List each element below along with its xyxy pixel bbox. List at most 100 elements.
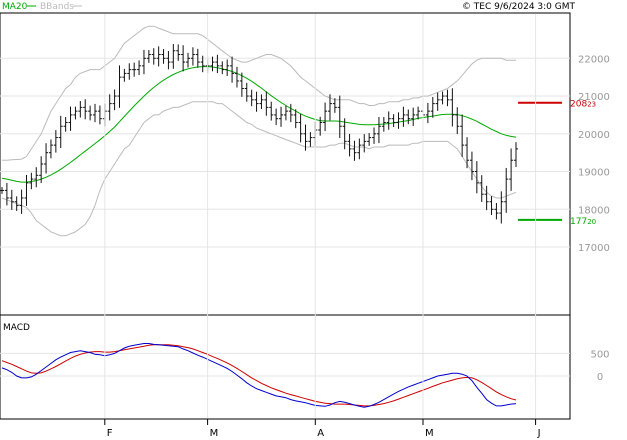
ohlc-bar	[117, 65, 122, 108]
ohlc-bar	[279, 106, 284, 127]
ohlc-bar	[68, 106, 73, 131]
ohlc-bar	[298, 113, 303, 143]
ohlc-bar	[156, 46, 161, 67]
ohlc-bar	[450, 88, 455, 127]
ohlc-bar	[411, 107, 416, 126]
ohlc-bar	[215, 54, 220, 74]
ohlc-bar	[367, 133, 372, 146]
ohlc-bar	[171, 43, 176, 69]
ohlc-bar	[504, 168, 509, 213]
x-axis: FMAMJ	[0, 14, 570, 439]
ohlc-bar	[352, 140, 357, 161]
ohlc-bar	[249, 89, 254, 107]
ohlc-bar	[166, 51, 171, 70]
ohlc-bar	[83, 99, 88, 120]
price-panel: 170001800019000200002100022000 208231772…	[0, 12, 610, 316]
ohlc-bar	[460, 114, 465, 157]
ohlc-bar	[440, 91, 445, 105]
ohlc-bar	[332, 98, 337, 113]
ohlc-bar	[234, 66, 239, 88]
ohlc-bar	[122, 68, 127, 82]
ohlc-bar	[4, 182, 9, 206]
ohlc-bar	[254, 91, 259, 112]
macd-tick-label: 0	[597, 372, 603, 383]
month-label: A	[317, 428, 324, 439]
ohlc-bar	[499, 191, 504, 224]
ohlc-bar	[244, 82, 249, 102]
ohlc-bar	[48, 139, 53, 159]
month-label: F	[107, 428, 113, 439]
ohlc-bar	[509, 148, 514, 191]
resistance-label: 20823	[570, 100, 596, 110]
ohlc-bar	[372, 127, 377, 144]
bbands-upper-line	[2, 25, 516, 161]
ohlc-bar	[127, 63, 132, 80]
ohlc-bar	[73, 106, 78, 120]
chart-header: MA20 BBands © TEC 9/6/2024 3:0 GMT	[2, 2, 575, 12]
macd-y-axis: 0 500	[590, 349, 609, 383]
month-label: M	[425, 428, 434, 439]
ohlc-bar	[489, 196, 494, 215]
ohlc-bar	[107, 94, 112, 121]
bollinger-bands	[1, 25, 517, 237]
ohlc-bar	[151, 48, 156, 65]
price-tick-label: 19000	[578, 168, 610, 179]
ohlc-bar	[34, 167, 39, 188]
bbands-legend-label: BBands	[40, 2, 74, 12]
ohlc-bar	[484, 185, 489, 211]
ohlc-bar	[357, 138, 362, 160]
month-label: J	[537, 428, 541, 439]
ohlc-bar	[9, 189, 14, 210]
price-tick-label: 22000	[578, 54, 610, 65]
ohlc-bar	[445, 89, 450, 107]
macd-grid	[0, 352, 570, 377]
ohlc-bar	[430, 97, 435, 118]
ohlc-bar	[132, 62, 137, 77]
ohlc-bar	[283, 105, 288, 121]
ohlc-bar	[396, 112, 401, 129]
macd-panel: MACD 0 500	[0, 314, 610, 420]
ohlc-bar	[274, 108, 279, 126]
price-grid	[0, 57, 570, 248]
ohlc-bar	[190, 47, 195, 66]
ohlc-bar	[225, 59, 230, 76]
ma20-path	[1, 66, 517, 183]
ohlc-bar	[146, 49, 151, 63]
ohlc-bar	[264, 91, 269, 116]
bbands-lower-line	[1, 101, 517, 237]
ohlc-bar	[318, 116, 323, 136]
ohlc-bar	[0, 187, 4, 194]
ohlc-bar	[19, 189, 24, 214]
price-tick-label: 20000	[578, 130, 610, 141]
ohlc-bar	[186, 52, 191, 68]
ohlc-bar	[44, 143, 49, 174]
ohlc-bar	[97, 105, 102, 125]
ohlc-bar	[78, 101, 83, 118]
ohlc-bar	[416, 106, 421, 120]
price-tick-label: 18000	[578, 205, 610, 216]
ohlc-bar	[435, 92, 440, 111]
ohlc-bar	[137, 60, 142, 76]
source-label: © TEC 9/6/2024 3:0 GMT	[462, 2, 576, 12]
ohlc-bar	[141, 49, 146, 75]
ohlc-bar	[259, 94, 264, 110]
ohlc-bar	[406, 109, 411, 125]
ohlc-bar	[391, 114, 396, 128]
ohlc-bar	[88, 105, 93, 121]
ohlc-bar	[161, 49, 166, 64]
macd-panel-frame	[0, 314, 571, 420]
ohlc-bar	[220, 61, 225, 75]
ohlc-bar	[93, 103, 98, 123]
ohlc-bar	[323, 102, 328, 132]
ohlc-bar	[269, 101, 274, 121]
ohlc-bar	[230, 56, 235, 83]
ohlc-bar	[469, 151, 474, 181]
ohlc-bar	[386, 111, 391, 130]
ohlc-bar	[455, 107, 460, 134]
price-tick-label: 17000	[578, 243, 610, 254]
ohlc-bar	[425, 102, 430, 124]
stock-chart: MA20 BBands © TEC 9/6/2024 3:0 GMT 17000…	[0, 2, 610, 439]
ma20-legend-label: MA20	[2, 2, 28, 12]
ohlc-bar	[112, 89, 117, 111]
ohlc-bar	[337, 95, 342, 139]
